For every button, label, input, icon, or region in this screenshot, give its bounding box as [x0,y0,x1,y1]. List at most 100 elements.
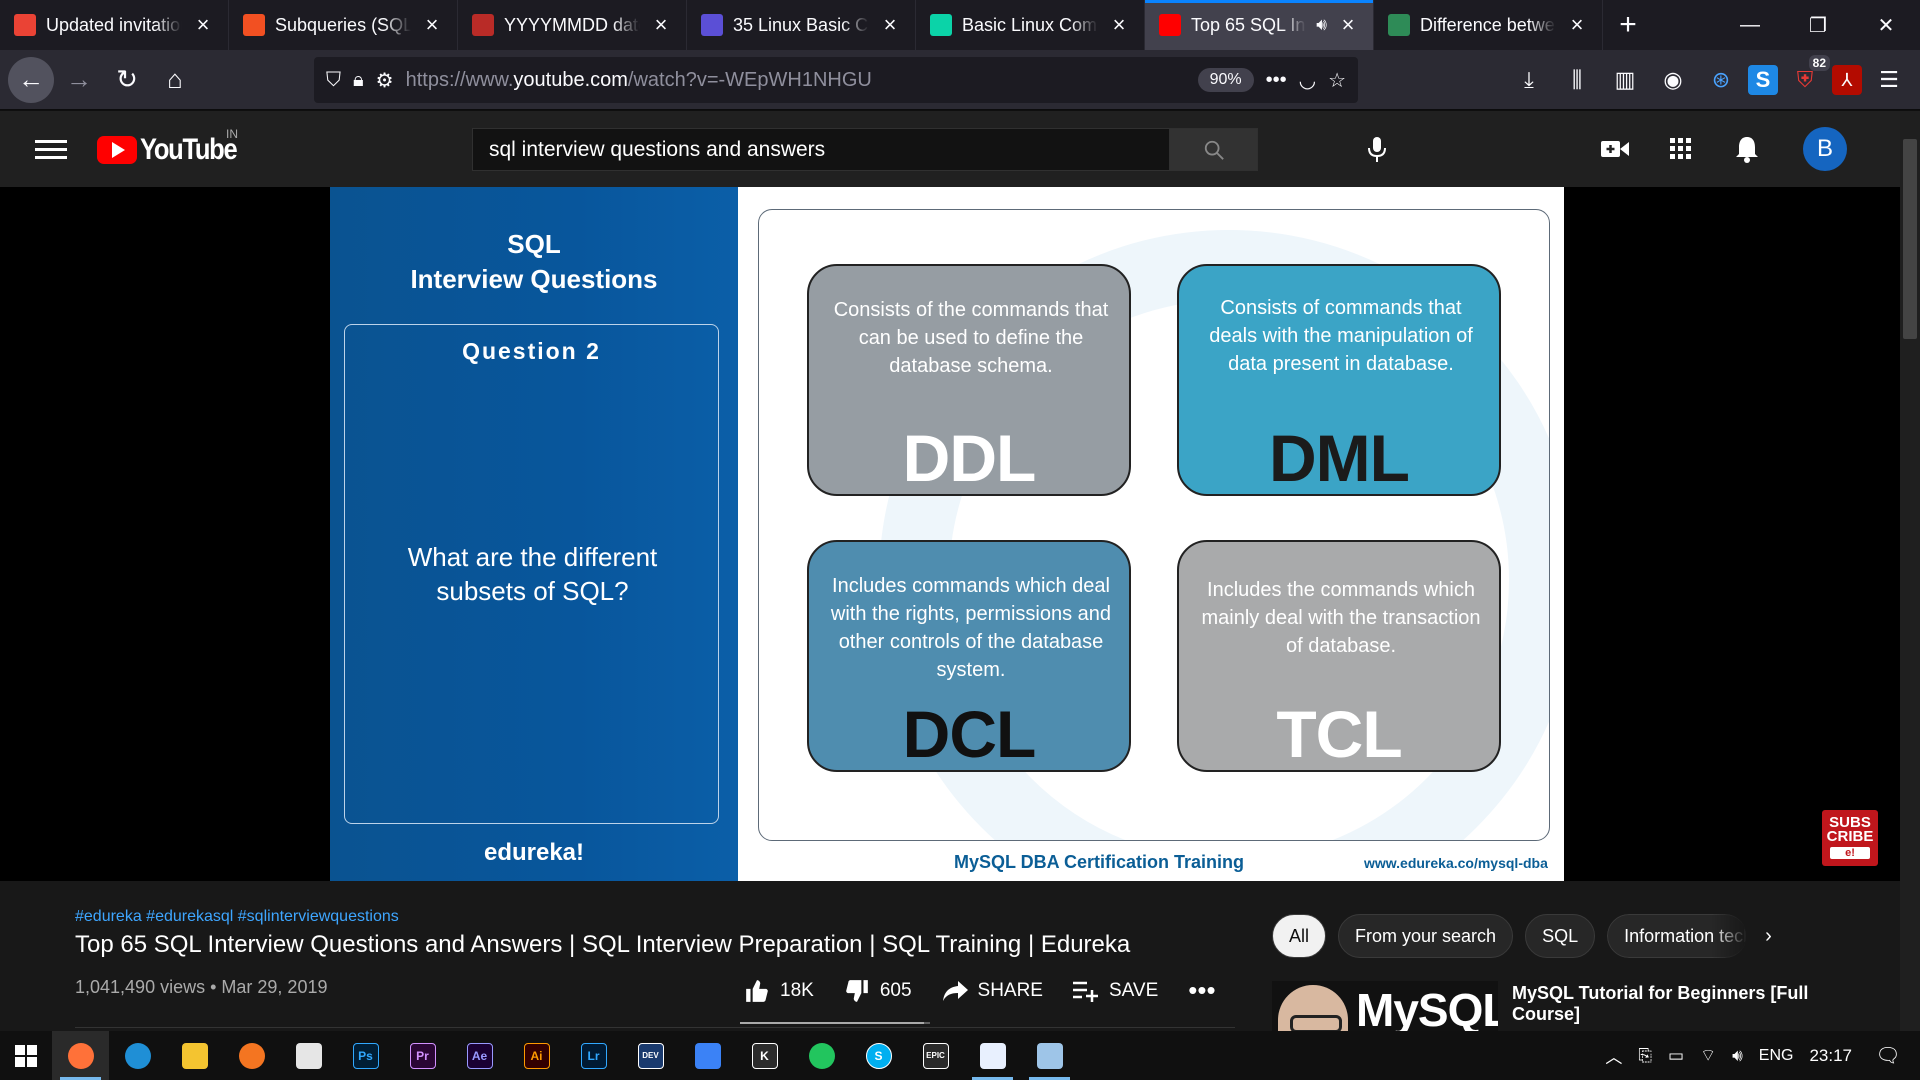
library-icon[interactable]: ⫼ [1556,59,1598,101]
share-button[interactable]: SHARE [942,979,1043,1003]
tab-close-icon[interactable]: × [192,12,214,38]
chip-sql[interactable]: SQL [1525,914,1596,958]
wifi-icon[interactable]: ⌔ [1700,1045,1716,1066]
tab-close-icon[interactable]: × [1566,12,1588,38]
video-player[interactable]: SQL Interview Questions Question 2 What … [0,187,1900,881]
dml-label: DML [1269,421,1410,495]
dislike-button[interactable]: 605 [844,978,912,1004]
chip-information-technology[interactable]: Information technology [1607,914,1748,958]
create-video-icon[interactable] [1595,123,1635,175]
like-ratio-fill [740,1022,925,1024]
avatar[interactable]: B [1803,127,1847,171]
epic-games-icon[interactable]: EPIC [907,1031,964,1080]
save-button[interactable]: SAVE [1072,980,1158,1002]
brain-app-icon[interactable] [280,1031,337,1080]
video-meta: 1,041,490 views • Mar 29, 2019 [75,977,328,997]
apps-grid-icon[interactable] [1661,123,1701,175]
tab-audio-icon[interactable]: 🔊︎ [1316,15,1327,35]
home-icon[interactable]: ⌂ [152,57,198,103]
recommended-title[interactable]: MySQL Tutorial for Beginners [Full Cours… [1512,983,1852,1025]
browser-tab[interactable]: 35 Linux Basic Commands × [687,0,916,50]
browser-tab[interactable]: Top 65 SQL Interview Questions 🔊︎ × [1145,0,1374,50]
acrobat-icon[interactable]: ⅄ [1832,65,1862,95]
adblock-icon[interactable]: ⛨ 82 [1784,55,1830,101]
illustrator-icon[interactable]: Ai [508,1031,565,1080]
chevron-right-icon[interactable]: › [1765,925,1772,948]
page-scrollbar[interactable] [1900,111,1920,1031]
photoshop-icon[interactable]: Ps [337,1031,394,1080]
skype-icon[interactable]: S [850,1031,907,1080]
browser-tab[interactable]: YYYYMMDD date format × [458,0,687,50]
chevron-up-icon[interactable]: ︿ [1605,1043,1622,1068]
lightroom-icon[interactable]: Lr [565,1031,622,1080]
clock[interactable]: 23:17 [1809,1046,1852,1066]
shield-icon[interactable]: ⛉ [326,69,341,92]
recommended-thumbnail[interactable]: MySQL [1272,981,1498,1031]
tcl-card: Includes the commands which mainly deal … [1177,540,1501,772]
k-app-icon[interactable]: K [736,1031,793,1080]
notifications-bell-icon[interactable] [1727,123,1767,175]
downloads-icon[interactable]: ⤓ [1508,59,1550,101]
battery-icon[interactable]: ▭ [1668,1046,1684,1066]
video-hashtags[interactable]: #edureka #edurekasql #sqlinterviewquesti… [75,908,399,926]
url-text[interactable]: https://www.youtube.com/watch?v=-WEpWH1N… [406,69,1186,92]
dev-icon[interactable]: DEV [622,1031,679,1080]
file-explorer-glyph [181,1042,208,1069]
search-input[interactable] [473,129,1169,170]
permissions-icon[interactable]: ⚙ [376,68,394,93]
tab-close-icon[interactable]: × [421,12,443,38]
scrollbar-thumb[interactable] [1903,139,1917,339]
tab-title: Difference between [1420,14,1556,35]
crunchyroll-icon[interactable] [223,1031,280,1080]
address-bar[interactable]: ⛉ 🔒︎ ⚙ https://www.youtube.com/watch?v=-… [314,57,1358,103]
bookmark-star-icon[interactable]: ☆ [1328,68,1346,93]
meet-now-icon[interactable]: ⎘ [1638,1046,1652,1066]
lock-icon[interactable]: 🔒︎ [353,69,364,92]
volume-icon[interactable]: 🔊︎ [1732,1046,1743,1066]
subscribe-watermark-button[interactable]: SUBS CRIBE e! [1822,810,1878,866]
like-button[interactable]: 18K [744,978,814,1004]
close-window-icon[interactable]: ✕ [1852,0,1920,50]
search-icon[interactable] [1169,129,1257,170]
pocket-icon[interactable]: ◡ [1299,68,1316,93]
firefox-icon[interactable] [52,1031,109,1080]
premiere-icon[interactable]: Pr [394,1031,451,1080]
browser-tab[interactable]: Basic Linux Commands × [916,0,1145,50]
extension-s-icon[interactable]: S [1748,65,1778,95]
chip-all[interactable]: All [1272,914,1327,958]
chip-from-your-search[interactable]: From your search [1338,914,1514,958]
sidebar-icon[interactable]: ▥ [1604,59,1646,101]
minimize-icon[interactable]: — [1716,0,1784,50]
tab-close-icon[interactable]: × [1108,12,1130,38]
browser-tab[interactable]: Difference between × [1374,0,1603,50]
browser-tab[interactable]: Updated invitation × [0,0,229,50]
forward-icon[interactable]: → [56,57,102,103]
notifications-icon[interactable]: 🗨︎ [1868,1031,1908,1080]
tab-close-icon[interactable]: × [650,12,672,38]
microphone-icon[interactable] [1358,131,1396,169]
menu-icon[interactable]: ☰ [1868,59,1910,101]
edge-icon[interactable] [109,1031,166,1080]
account-icon[interactable]: ◉ [1652,59,1694,101]
tab-close-icon[interactable]: × [879,12,901,38]
new-tab-button[interactable]: + [1603,0,1653,50]
windows-start-icon[interactable] [0,1031,52,1080]
file-explorer-icon[interactable] [166,1031,223,1080]
browser-tab[interactable]: Subqueries (SQL Server) × [229,0,458,50]
hamburger-menu-icon[interactable] [35,139,67,159]
input-language[interactable]: ENG [1759,1047,1794,1065]
cube-app-icon[interactable] [679,1031,736,1080]
after-effects-icon[interactable]: Ae [451,1031,508,1080]
tab-close-icon[interactable]: × [1337,12,1359,38]
notepad-icon[interactable] [964,1031,1021,1080]
extension-eyes-icon[interactable]: ⊛ [1700,59,1742,101]
restore-icon[interactable]: ❐ [1784,0,1852,50]
back-icon[interactable]: ← [8,56,54,103]
virtualbox-icon[interactable] [1021,1031,1078,1080]
zoom-badge[interactable]: 90% [1197,68,1254,92]
loader-app-icon[interactable] [793,1031,850,1080]
page-actions-icon[interactable]: ••• [1266,69,1287,92]
recommended-video[interactable]: MySQL MySQL Tutorial for Beginners [Full… [1272,981,1872,1031]
reload-icon[interactable]: ↻ [104,57,150,103]
more-actions-icon[interactable]: ••• [1188,975,1215,1006]
